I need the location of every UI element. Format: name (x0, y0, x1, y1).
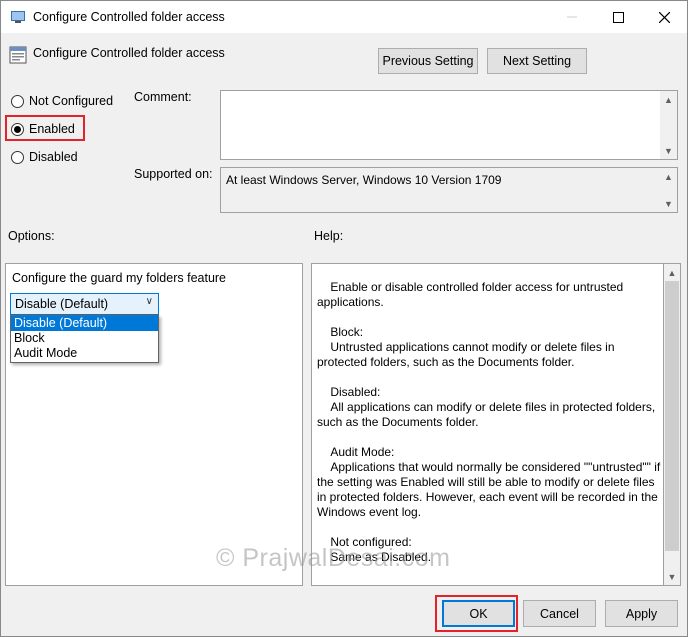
help-paragraph: Disabled: All applications can modify or… (317, 385, 656, 429)
supported-scrollbar[interactable]: ▲ ▼ (660, 168, 677, 212)
comment-label: Comment: (134, 90, 192, 104)
options-label: Options: (8, 229, 55, 243)
ok-button[interactable]: OK (442, 600, 515, 627)
cancel-button[interactable]: Cancel (523, 600, 596, 627)
scroll-up-icon[interactable]: ▲ (660, 168, 677, 185)
help-paragraph: Audit Mode: Applications that would norm… (317, 445, 661, 519)
comment-textbox[interactable]: ▲ ▼ (220, 90, 678, 160)
help-text: Enable or disable controlled folder acce… (317, 280, 663, 580)
close-button[interactable] (641, 1, 687, 33)
radio-enabled[interactable]: Enabled (11, 122, 75, 136)
guard-mode-dropdown: Disable (Default) Block Audit Mode (10, 315, 159, 363)
setting-header: Configure Controlled folder access (33, 46, 225, 60)
dropdown-option[interactable]: Audit Mode (11, 346, 158, 361)
scroll-down-icon[interactable]: ▼ (660, 195, 677, 212)
scroll-up-icon[interactable]: ▲ (664, 264, 680, 281)
scroll-down-icon[interactable]: ▼ (660, 142, 677, 159)
help-paragraph: Block: Untrusted applications cannot mod… (317, 325, 615, 369)
guard-setting-label: Configure the guard my folders feature (12, 271, 227, 285)
combobox-value: Disable (Default) (15, 297, 109, 311)
radio-circle[interactable] (11, 94, 24, 108)
maximize-icon (612, 11, 624, 23)
previous-setting-button[interactable]: Previous Setting (378, 48, 478, 74)
supported-on-label: Supported on: (134, 167, 213, 181)
policy-icon (11, 11, 25, 23)
radio-label: Disabled (29, 150, 78, 164)
minimize-button[interactable] (549, 1, 595, 33)
minimize-icon (567, 16, 577, 18)
help-paragraph: Enable or disable controlled folder acce… (317, 280, 627, 309)
radio-label: Not Configured (29, 94, 114, 108)
scroll-up-icon[interactable]: ▲ (660, 91, 677, 108)
close-icon (658, 11, 670, 23)
window-title: Configure Controlled folder access (33, 10, 225, 24)
scroll-thumb[interactable] (665, 281, 679, 551)
help-scrollbar[interactable]: ▲ ▼ (664, 263, 681, 586)
comment-scrollbar[interactable]: ▲ ▼ (660, 91, 677, 159)
guard-mode-combobox[interactable]: Disable (Default) ∨ (10, 293, 159, 315)
dropdown-option[interactable]: Disable (Default) (11, 316, 158, 331)
title-bar[interactable]: Configure Controlled folder access (1, 1, 687, 33)
chevron-down-icon[interactable]: ∨ (146, 296, 153, 307)
radio-dot (14, 125, 21, 133)
watermark-text: © PrajwalDesai.com (216, 544, 451, 572)
next-setting-button[interactable]: Next Setting (487, 48, 587, 74)
help-label: Help: (314, 229, 344, 243)
dropdown-option[interactable]: Block (11, 331, 158, 346)
scroll-down-icon[interactable]: ▼ (664, 568, 680, 585)
supported-on-value: At least Windows Server, Windows 10 Vers… (226, 173, 502, 187)
radio-not-configured[interactable]: Not Configured (11, 94, 113, 108)
radio-disabled[interactable]: Disabled (11, 150, 78, 164)
radio-circle[interactable] (11, 122, 24, 136)
apply-button[interactable]: Apply (605, 600, 678, 627)
radio-circle[interactable] (11, 150, 24, 164)
supported-on-box: At least Windows Server, Windows 10 Vers… (220, 167, 678, 213)
radio-label: Enabled (29, 122, 75, 136)
dialog-window: Configure Controlled folder access Confi… (0, 0, 688, 637)
maximize-button[interactable] (595, 1, 641, 33)
setting-icon (9, 46, 27, 64)
